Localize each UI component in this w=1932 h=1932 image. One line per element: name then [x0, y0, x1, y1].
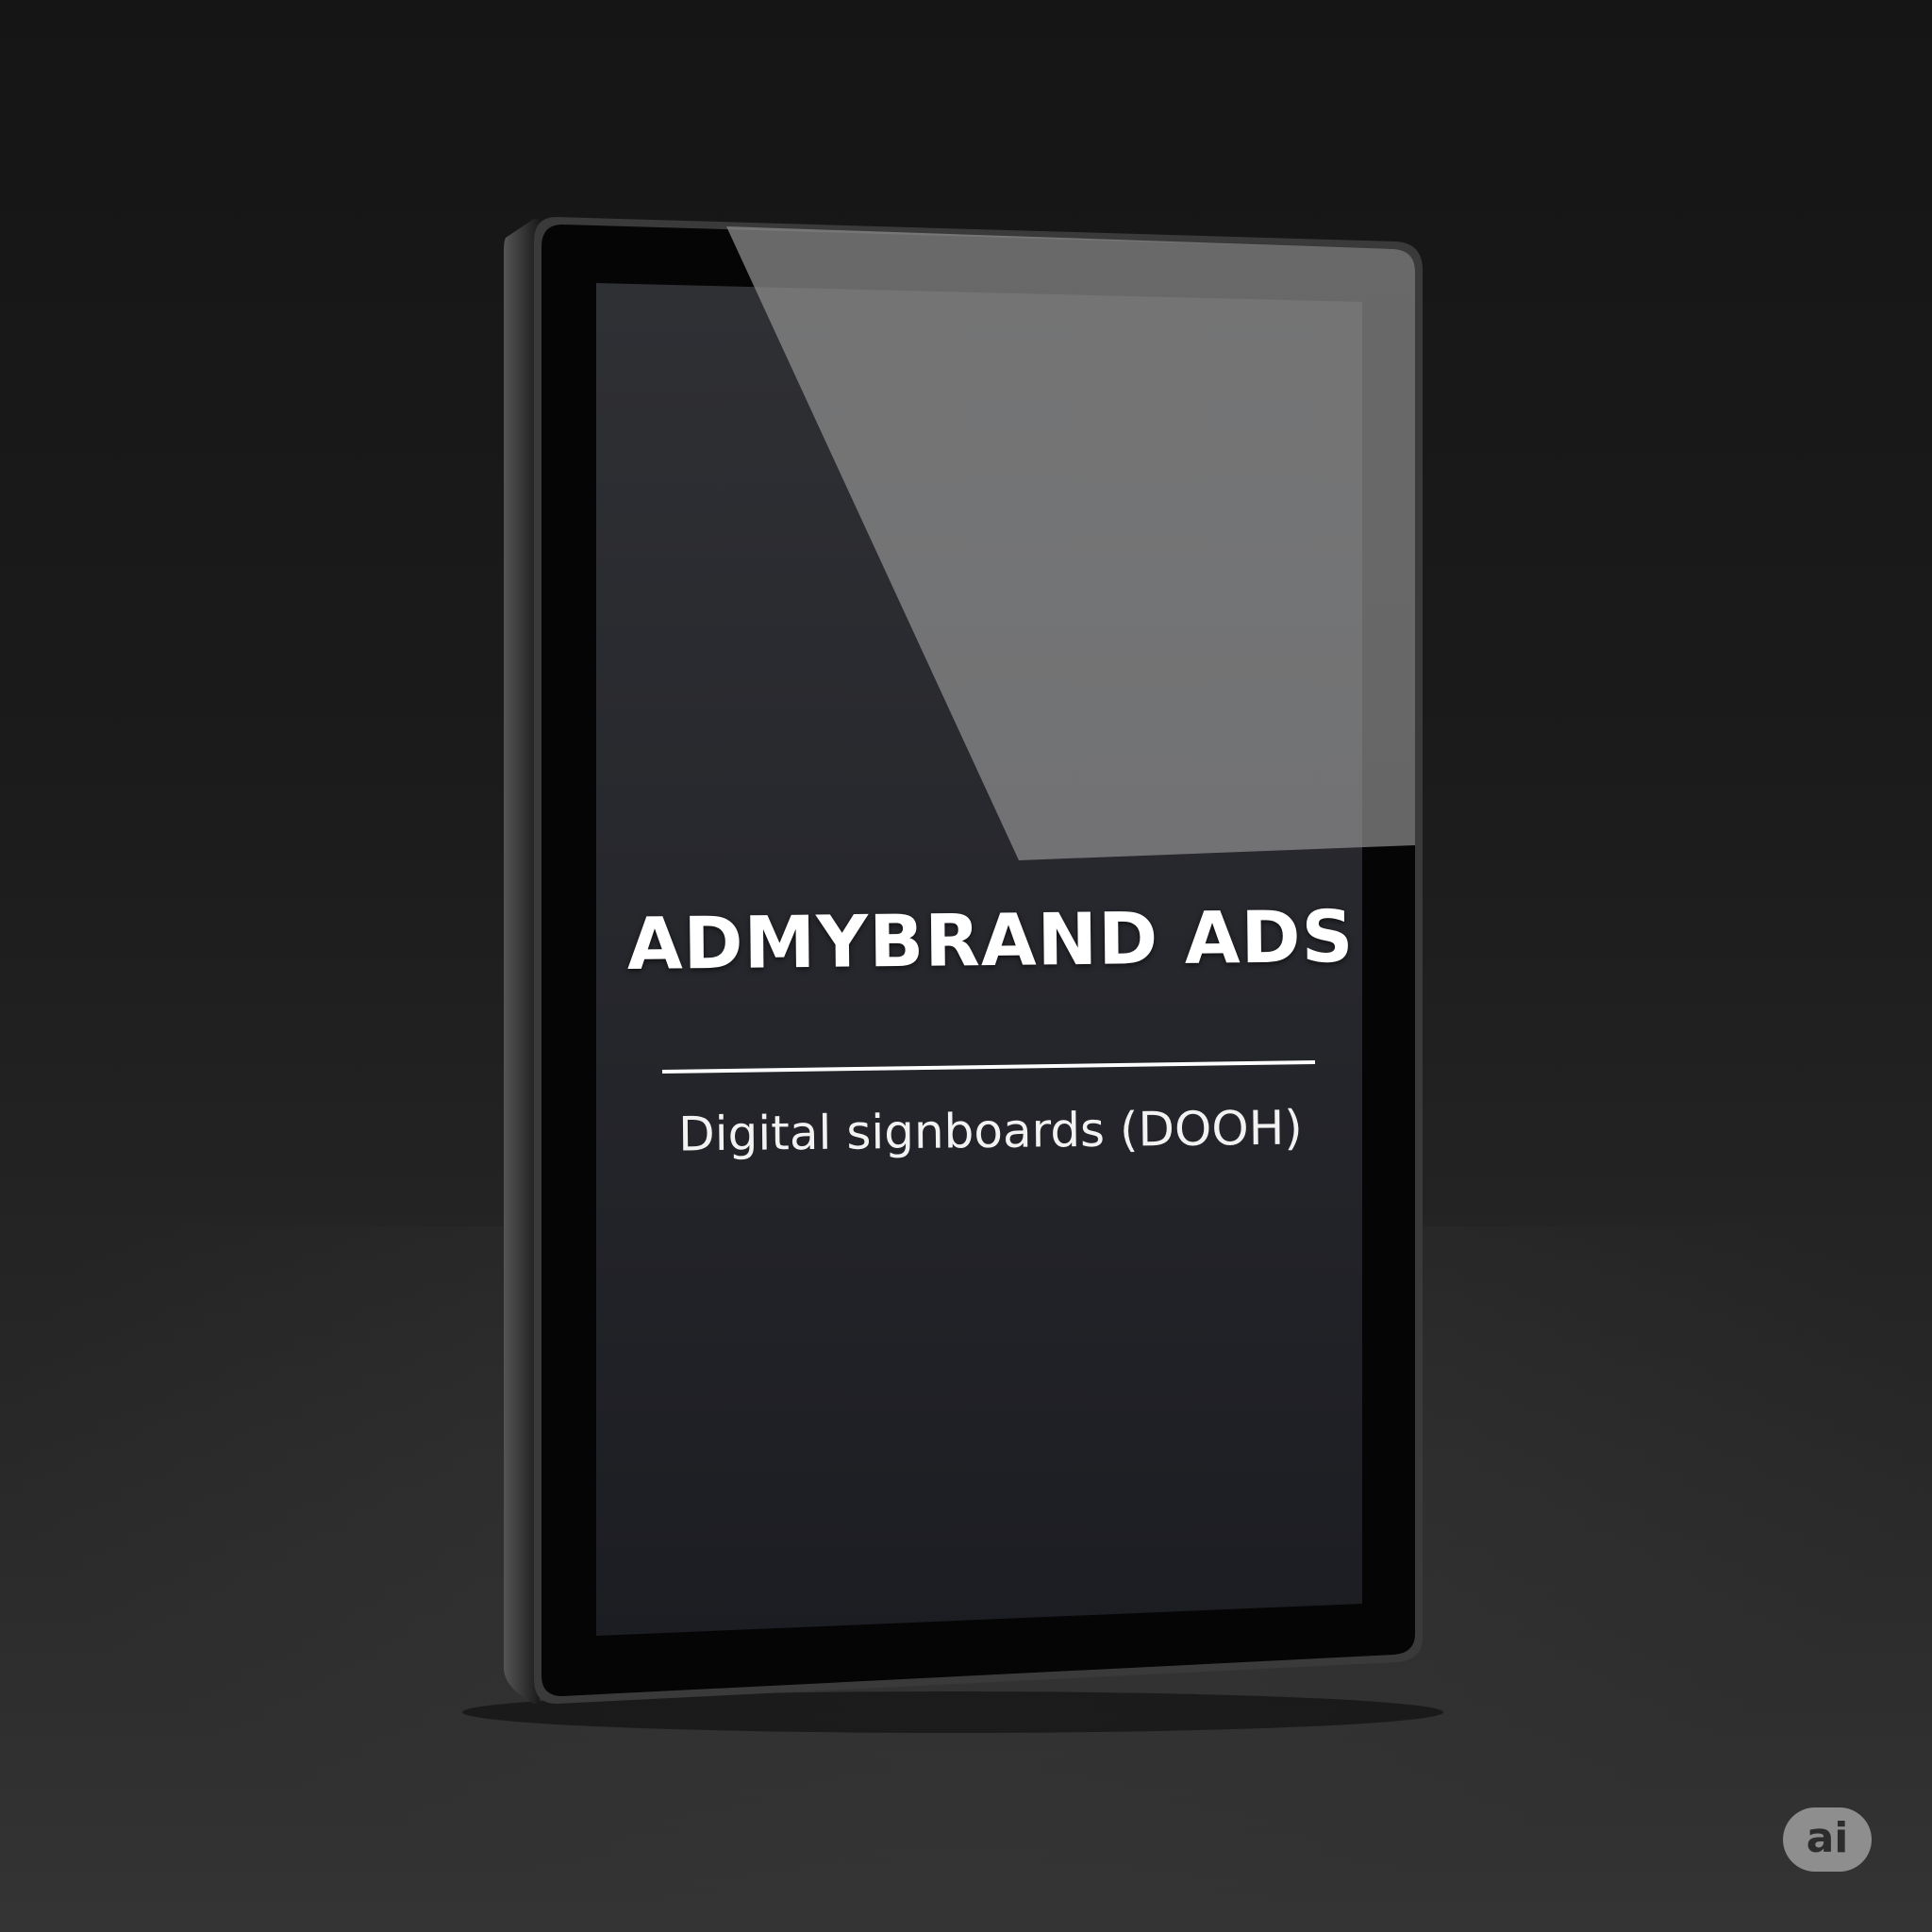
signboard-subtitle: Digital signboards (DOOH) — [677, 1100, 1304, 1162]
signboard-title: ADMYBRAND ADS — [626, 893, 1355, 987]
scene: ADMYBRAND ADS Digital signboards (DOOH) … — [0, 0, 1932, 1932]
digital-signboard: ADMYBRAND ADS Digital signboards (DOOH) — [0, 0, 1932, 1932]
ai-badge: ai — [1783, 1807, 1872, 1872]
